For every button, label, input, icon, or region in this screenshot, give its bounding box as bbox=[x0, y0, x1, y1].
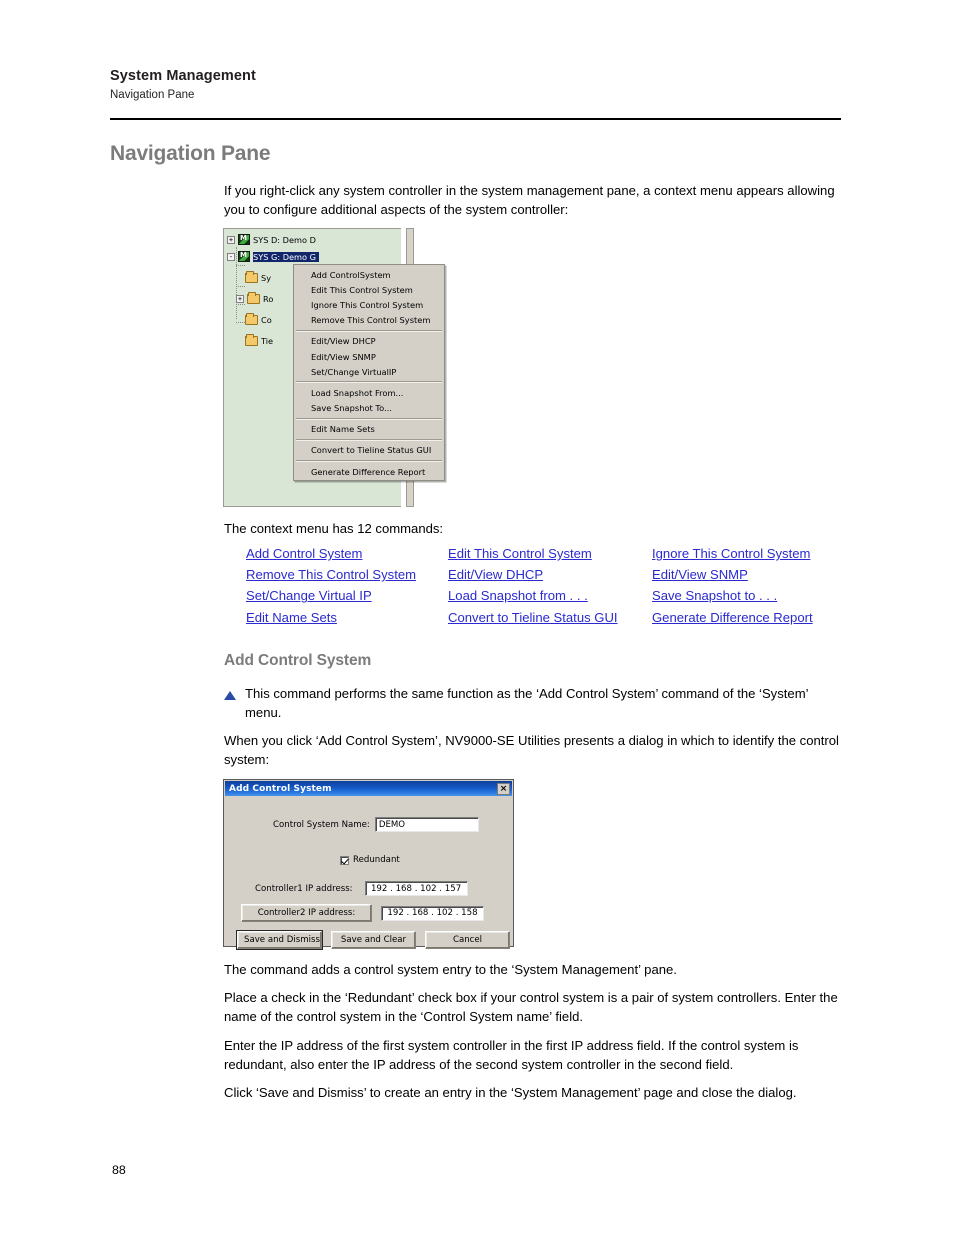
menu-item-load-snapshot-from[interactable]: Load Snapshot From... bbox=[294, 385, 444, 400]
expand-toggle-icon[interactable]: + bbox=[236, 294, 244, 303]
menu-item-edit-view-dhcp[interactable]: Edit/View DHCP bbox=[294, 334, 444, 349]
command-link-edit-name-sets[interactable]: Edit Name Sets bbox=[246, 608, 448, 628]
tree-item-tielines[interactable]: Tie bbox=[245, 333, 274, 347]
tree-item-controllers[interactable]: Co bbox=[245, 312, 272, 326]
note-text: This command performs the same function … bbox=[245, 686, 809, 721]
closing-paragraph-3: Enter the IP address of the first system… bbox=[224, 1037, 799, 1072]
command-link-load-snapshot-from[interactable]: Load Snapshot from . . . bbox=[448, 586, 652, 606]
header-title: System Management bbox=[110, 68, 256, 84]
controller1-ip-input[interactable]: 192 . 168 . 102 . 157 bbox=[364, 881, 468, 896]
folder-icon bbox=[245, 333, 258, 346]
menu-separator bbox=[296, 460, 442, 463]
redundant-label: Redundant bbox=[353, 855, 400, 865]
page-title: Navigation Pane bbox=[110, 142, 271, 165]
menu-item-edit-this-control-system[interactable]: Edit This Control System bbox=[294, 282, 444, 297]
tree-item-label: Sy bbox=[261, 272, 272, 283]
header-rule bbox=[110, 118, 841, 120]
triangle-bullet-icon bbox=[224, 691, 236, 700]
context-menu-screenshot: + SYS D: Demo D - SYS G: Demo G Sy + Ro … bbox=[223, 228, 445, 507]
folder-icon bbox=[245, 270, 258, 283]
closing-paragraph-1: The command adds a control system entry … bbox=[224, 962, 677, 977]
tree-item-label: Ro bbox=[263, 293, 274, 304]
menu-item-convert-to-tieline-status-gui[interactable]: Convert to Tieline Status GUI bbox=[294, 443, 444, 458]
tree-connector bbox=[236, 265, 245, 266]
menu-item-edit-view-snmp[interactable]: Edit/View SNMP bbox=[294, 349, 444, 364]
command-link-add-control-system[interactable]: Add Control System bbox=[246, 544, 448, 564]
control-system-name-row: Control System Name: DEMO bbox=[273, 817, 479, 832]
add-control-system-dialog[interactable]: Add Control System × Control System Name… bbox=[223, 779, 514, 950]
page-header: System Management Navigation Pane bbox=[110, 68, 840, 101]
intro-paragraph: If you right-click any system controller… bbox=[224, 183, 835, 218]
controller1-ip-label: Controller1 IP address: bbox=[255, 883, 353, 894]
menu-separator bbox=[296, 438, 442, 441]
tree-item-sys-d[interactable]: + SYS D: Demo D bbox=[227, 233, 316, 246]
controller2-row: Controller2 IP address: 192 . 168 . 102 … bbox=[241, 904, 484, 922]
cancel-button[interactable]: Cancel bbox=[425, 931, 510, 949]
menu-item-save-snapshot-to[interactable]: Save Snapshot To... bbox=[294, 401, 444, 416]
save-and-dismiss-button[interactable]: Save and Dismiss bbox=[236, 930, 323, 950]
controller2-ip-button[interactable]: Controller2 IP address: bbox=[241, 904, 372, 922]
add-control-system-paragraph: When you click ‘Add Control System’, NV9… bbox=[224, 733, 839, 768]
menu-item-set-change-virtualip[interactable]: Set/Change VirtualIP bbox=[294, 364, 444, 379]
command-link-ignore-this-control-system[interactable]: Ignore This Control System bbox=[652, 544, 846, 564]
dialog-titlebar: Add Control System × bbox=[225, 781, 512, 796]
menu-item-remove-this-control-system[interactable]: Remove This Control System bbox=[294, 313, 444, 328]
control-system-name-label: Control System Name: bbox=[273, 819, 370, 830]
control-system-name-input[interactable]: DEMO bbox=[374, 817, 479, 832]
header-subtitle: Navigation Pane bbox=[110, 89, 195, 101]
closing-paragraph-2: Place a check in the ‘Redundant’ check b… bbox=[224, 990, 838, 1025]
command-link-edit-view-dhcp[interactable]: Edit/View DHCP bbox=[448, 565, 652, 585]
closing-paragraph-4: Click ‘Save and Dismiss’ to create an en… bbox=[224, 1085, 797, 1101]
subsection-title: Add Control System bbox=[224, 652, 372, 669]
tree-item-label: Tie bbox=[261, 335, 274, 346]
menu-item-generate-difference-report[interactable]: Generate Difference Report bbox=[294, 464, 444, 479]
tree-connector bbox=[236, 322, 245, 323]
add-control-system-paragraph-block: When you click ‘Add Control System’, NV9… bbox=[224, 731, 842, 778]
nv-logo-icon bbox=[238, 251, 250, 262]
menu-separator bbox=[296, 417, 442, 420]
note-block: This command performs the same function … bbox=[224, 684, 842, 722]
command-link-convert-to-tieline-status-gui[interactable]: Convert to Tieline Status GUI bbox=[448, 608, 652, 628]
folder-icon bbox=[247, 291, 260, 304]
command-link-edit-this-control-system[interactable]: Edit This Control System bbox=[448, 544, 652, 564]
dialog-button-bar: Save and Dismiss Save and Clear Cancel bbox=[236, 930, 510, 950]
menu-item-ignore-this-control-system[interactable]: Ignore This Control System bbox=[294, 297, 444, 312]
commands-intro: The context menu has 12 commands: bbox=[224, 521, 444, 536]
menu-item-edit-name-sets[interactable]: Edit Name Sets bbox=[294, 422, 444, 437]
page-number: 88 bbox=[112, 1163, 126, 1177]
command-link-remove-this-control-system[interactable]: Remove This Control System bbox=[246, 565, 448, 585]
menu-item-add-control-system[interactable]: Add ControlSystem bbox=[294, 267, 444, 282]
tree-item-sys-g[interactable]: - SYS G: Demo G bbox=[227, 250, 319, 263]
dialog-body: Control System Name: DEMO Redundant Cont… bbox=[224, 797, 513, 950]
menu-separator bbox=[296, 329, 442, 332]
command-link-generate-difference-report[interactable]: Generate Difference Report bbox=[652, 608, 846, 628]
tree-item-label: SYS D: Demo D bbox=[253, 234, 316, 245]
redundant-checkbox[interactable] bbox=[340, 855, 349, 865]
command-link-edit-view-snmp[interactable]: Edit/View SNMP bbox=[652, 565, 846, 585]
menu-separator bbox=[296, 381, 442, 384]
controller2-ip-input[interactable]: 192 . 168 . 102 . 158 bbox=[381, 905, 484, 921]
tree-item-label: Co bbox=[261, 314, 272, 325]
tree-connector bbox=[236, 286, 245, 287]
command-link-set-change-virtual-ip[interactable]: Set/Change Virtual IP bbox=[246, 586, 448, 606]
command-link-grid: Add Control System Edit This Control Sys… bbox=[246, 544, 846, 628]
tree-item-routers[interactable]: + Ro bbox=[236, 291, 274, 305]
commands-intro-block: The context menu has 12 commands: bbox=[224, 519, 842, 547]
nv-logo-icon bbox=[238, 234, 250, 245]
expand-toggle-icon[interactable]: + bbox=[227, 235, 235, 244]
tree-item-systems[interactable]: Sy bbox=[245, 270, 272, 284]
dialog-title: Add Control System bbox=[229, 783, 332, 794]
redundant-row[interactable]: Redundant bbox=[340, 855, 400, 865]
closing-paragraphs: The command adds a control system entry … bbox=[224, 960, 842, 1111]
collapse-toggle-icon[interactable]: - bbox=[227, 252, 235, 261]
close-icon[interactable]: × bbox=[497, 782, 510, 795]
context-menu[interactable]: Add ControlSystem Edit This Control Syst… bbox=[293, 264, 445, 482]
command-link-save-snapshot-to[interactable]: Save Snapshot to . . . bbox=[652, 586, 846, 606]
controller1-row: Controller1 IP address: 192 . 168 . 102 … bbox=[255, 881, 468, 896]
save-and-clear-button[interactable]: Save and Clear bbox=[331, 931, 416, 949]
tree-item-label: SYS G: Demo G bbox=[253, 251, 319, 262]
intro-paragraph-block: If you right-click any system controller… bbox=[224, 181, 842, 228]
folder-icon bbox=[245, 312, 258, 325]
